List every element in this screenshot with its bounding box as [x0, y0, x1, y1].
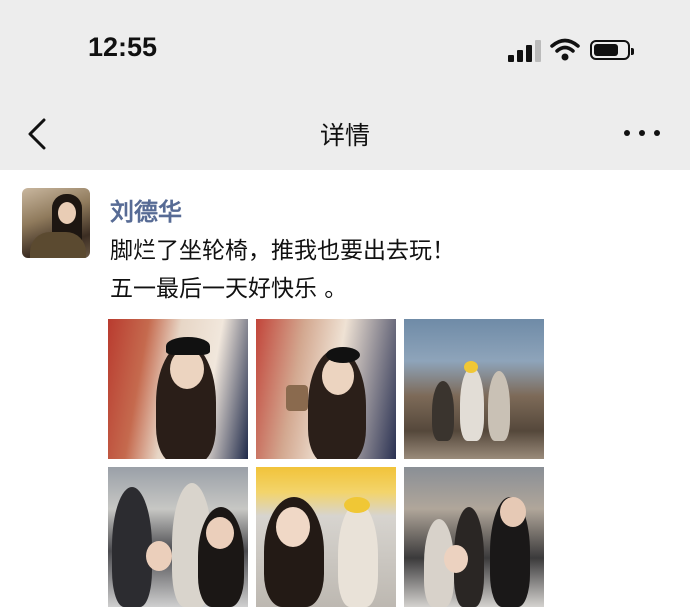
status-time: 12:55 — [88, 32, 158, 62]
moment-post: 刘德华 脚烂了坐轮椅，推我也要出去玩！ 五一最后一天好快乐 。 — [0, 170, 690, 607]
post-text: 脚烂了坐轮椅，推我也要出去玩！ 五一最后一天好快乐 。 — [110, 232, 630, 308]
status-bar: 12:55 — [0, 0, 690, 100]
post-text-line: 脚烂了坐轮椅，推我也要出去玩！ — [110, 238, 455, 264]
more-dots-icon[interactable] — [622, 120, 662, 146]
photo-thumbnail[interactable] — [404, 319, 544, 459]
nav-bar: 详情 — [0, 100, 690, 170]
page-title: 详情 — [319, 121, 370, 150]
post-text-line: 五一最后一天好快乐 。 — [110, 276, 348, 302]
photo-thumbnail[interactable] — [256, 467, 396, 607]
photo-thumbnail[interactable] — [108, 319, 248, 459]
username[interactable]: 刘德华 — [110, 192, 182, 227]
avatar[interactable] — [22, 188, 90, 258]
battery-icon — [590, 40, 634, 60]
signal-icon — [508, 40, 542, 62]
wifi-icon — [550, 38, 580, 61]
photo-thumbnail[interactable] — [108, 467, 248, 607]
photo-thumbnail[interactable] — [404, 467, 544, 607]
photo-thumbnail[interactable] — [256, 319, 396, 459]
